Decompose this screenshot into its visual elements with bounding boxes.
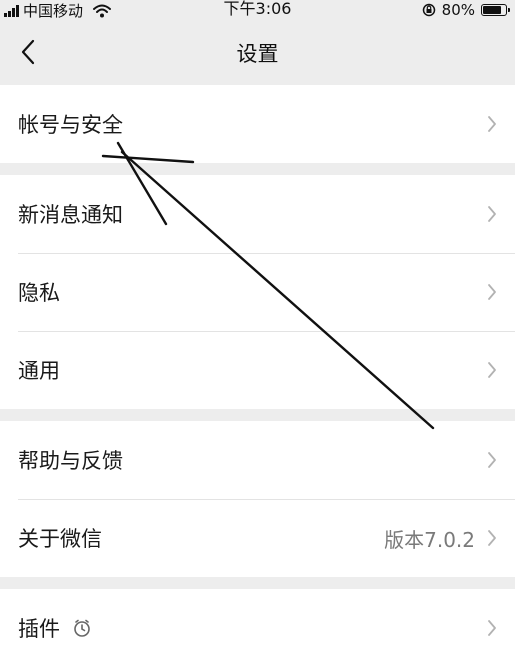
settings-item-privacy[interactable]: 隐私	[0, 253, 515, 331]
settings-item-label: 帐号与安全	[18, 113, 123, 137]
settings-item-label: 通用	[18, 359, 60, 383]
settings-section-general: 新消息通知 隐私 通用	[0, 175, 515, 409]
settings-item-label: 隐私	[18, 281, 60, 305]
chevron-right-icon	[488, 452, 496, 468]
battery-fill	[483, 6, 501, 14]
settings-item-label: 新消息通知	[18, 203, 123, 227]
settings-item-label: 帮助与反馈	[18, 449, 123, 473]
status-right: 80%	[422, 0, 510, 20]
chevron-right-icon	[488, 206, 496, 222]
settings-item-about-wechat[interactable]: 关于微信 版本7.0.2	[0, 499, 515, 577]
row-right	[487, 283, 497, 301]
settings-item-label: 关于微信	[18, 527, 102, 551]
settings-section-plugins: 插件	[0, 589, 515, 667]
battery-tip	[508, 8, 510, 12]
settings-item-general[interactable]: 通用	[0, 331, 515, 409]
nav-bar: 设置	[0, 22, 515, 84]
settings-item-label: 插件	[18, 617, 60, 641]
battery-icon	[481, 4, 510, 16]
row-right	[487, 115, 497, 133]
row-right	[487, 619, 497, 637]
chevron-right-icon	[488, 362, 496, 378]
status-bar: 中国移动 下午3:06 80%	[0, 0, 515, 22]
chevron-right-icon	[488, 284, 496, 300]
chevron-right-icon	[488, 620, 496, 636]
settings-item-account-security[interactable]: 帐号与安全	[0, 85, 515, 163]
row-right	[487, 205, 497, 223]
chevron-right-icon	[488, 116, 496, 132]
settings-item-plugins[interactable]: 插件	[0, 589, 515, 667]
settings-item-notifications[interactable]: 新消息通知	[0, 175, 515, 253]
battery-percent: 80%	[441, 1, 475, 19]
rotation-lock-icon	[422, 3, 435, 17]
settings-section-account: 帐号与安全	[0, 85, 515, 163]
chevron-right-icon	[488, 530, 496, 546]
version-value: 版本7.0.2	[384, 527, 475, 552]
row-right: 版本7.0.2	[384, 524, 497, 553]
plugin-timer-icon	[72, 618, 92, 638]
settings-section-help: 帮助与反馈 关于微信 版本7.0.2	[0, 421, 515, 577]
settings-item-help-feedback[interactable]: 帮助与反馈	[0, 421, 515, 499]
row-right	[487, 361, 497, 379]
row-right	[487, 451, 497, 469]
page-title: 设置	[236, 42, 279, 66]
